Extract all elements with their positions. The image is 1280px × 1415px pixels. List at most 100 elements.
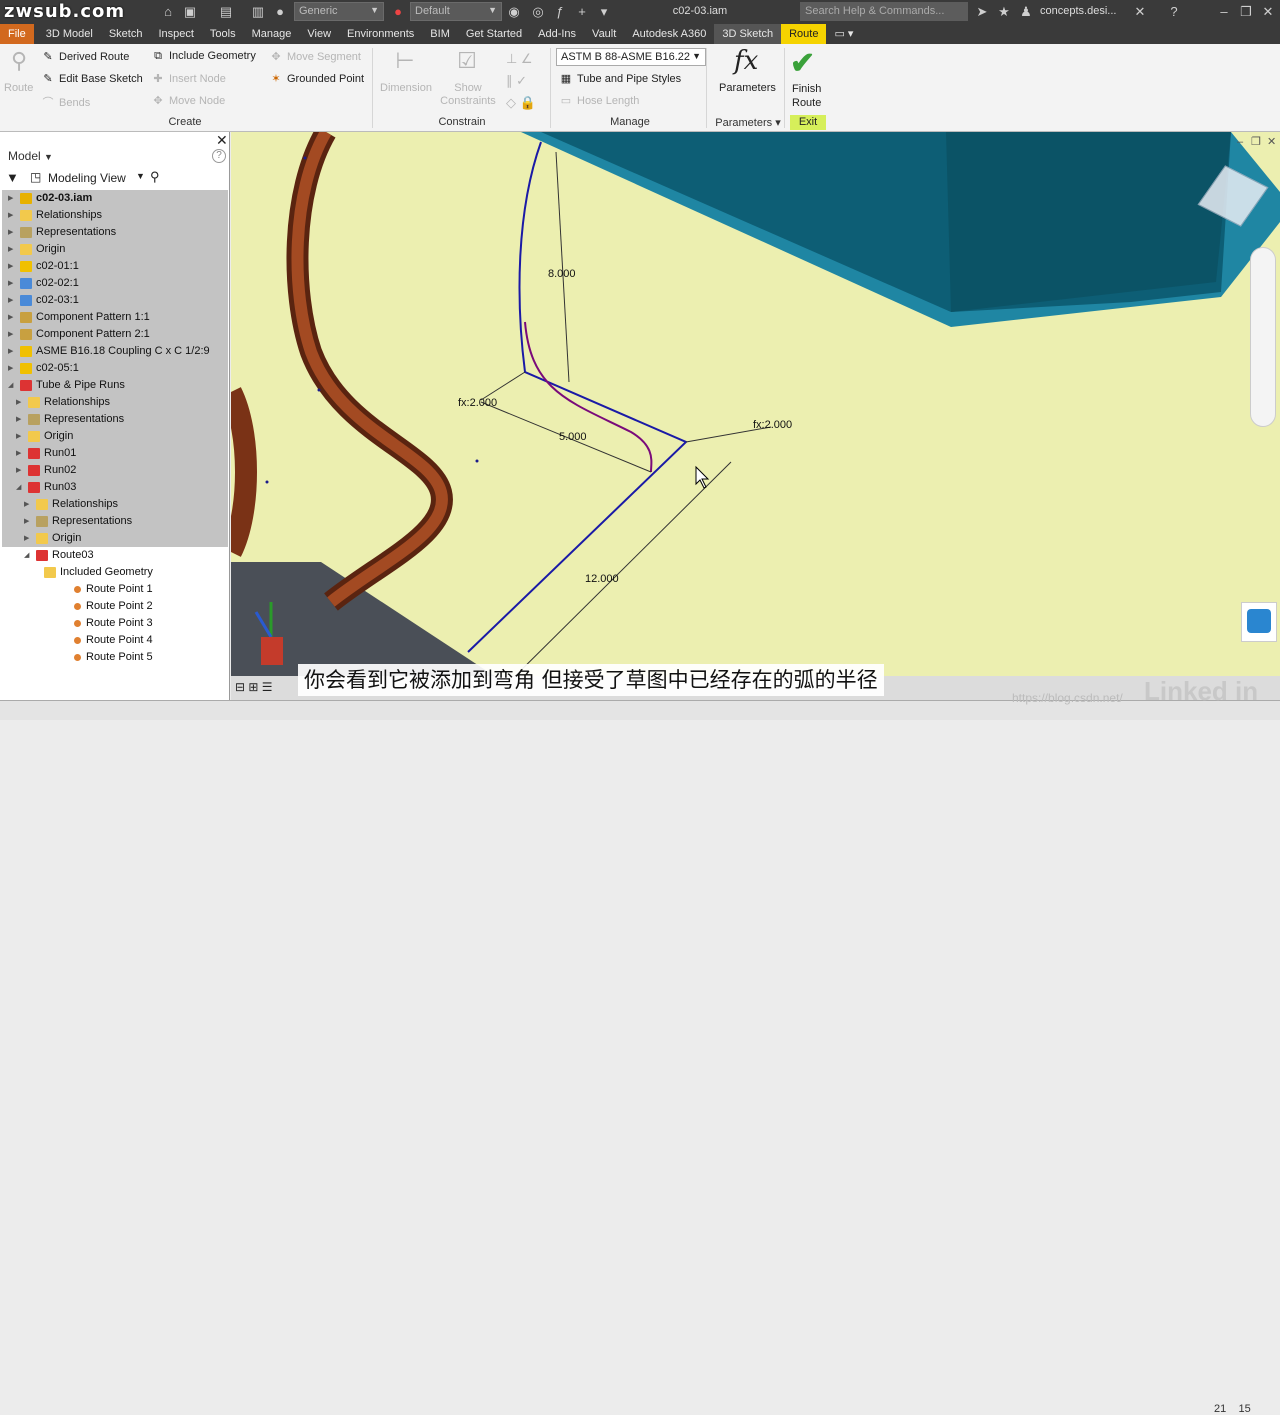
move-segment-button[interactable]: ✥ Move Segment [268,50,361,63]
open-icon[interactable]: ▤ [218,4,234,20]
tab-view[interactable]: View [299,24,339,44]
expand-icon[interactable]: ▶ [8,309,13,326]
globe-icon[interactable]: ● [272,4,288,20]
close-icon[interactable]: ✕ [1260,4,1276,20]
tab-get-started[interactable]: Get Started [458,24,530,44]
expand-icon[interactable]: ▶ [8,258,13,275]
tab-route[interactable]: Route [781,24,827,44]
help-icon[interactable]: ? [212,149,226,163]
new-icon[interactable]: ▣ [182,4,198,20]
tab-add-ins[interactable]: Add-Ins [530,24,584,44]
route-button[interactable]: Route [4,82,33,94]
expand-icon[interactable]: ▶ [16,445,21,462]
viewport-minimize-icon[interactable]: – [1237,136,1243,148]
color-clear-icon[interactable]: ◎ [530,4,546,20]
expand-icon[interactable]: ▶ [8,275,13,292]
browser-header[interactable]: Model ▼ [8,149,53,163]
hose-length-button[interactable]: ▭ Hose Length [558,94,640,107]
tree-node[interactable]: ▶ Origin [2,530,228,547]
expand-icon[interactable]: ▶ [16,411,21,428]
finish-route-button[interactable]: Finish Route [792,82,821,110]
insert-node-button[interactable]: ✚ Insert Node [150,72,225,85]
expand-icon[interactable]: ▶ [8,326,13,343]
tree-node[interactable]: ▶ c02-05:1 [2,360,228,377]
route-point-node[interactable]: Route Point 5 [2,649,228,666]
expand-icon[interactable]: ▶ [8,190,13,207]
binoculars-icon[interactable]: ➤ [974,4,990,20]
tree-node[interactable]: ▶ Run01 [2,445,228,462]
tree-node[interactable]: ▶ Representations [2,513,228,530]
grounded-point-button[interactable]: ✶ Grounded Point [268,72,364,85]
tree-node[interactable]: ▶ Relationships [2,394,228,411]
minimize-icon[interactable]: – [1216,4,1232,20]
tab-manage[interactable]: Manage [244,24,300,44]
tree-node[interactable]: ▶ Origin [2,428,228,445]
tab-sketch[interactable]: Sketch [101,24,151,44]
more-icon[interactable]: ▾ [596,4,612,20]
tube-pipe-styles-button[interactable]: ▦ Tube and Pipe Styles [558,72,681,85]
dimension-label[interactable]: fx:2.000 [458,397,497,409]
expand-icon[interactable]: ▶ [16,428,21,445]
view-selector[interactable]: Modeling View [48,171,126,185]
tab-3d-sketch[interactable]: 3D Sketch [714,24,782,44]
user-name[interactable]: concepts.desi... [1040,5,1116,17]
route-point-node[interactable]: Route Point 4 [2,632,228,649]
plus-icon[interactable]: + [574,4,590,20]
derived-route-button[interactable]: ✎ Derived Route [40,50,129,63]
user-icon[interactable]: ♟ [1018,4,1034,20]
route-line[interactable] [467,141,688,653]
tab-bim[interactable]: BIM [422,24,458,44]
expand-icon[interactable]: ▶ [24,530,29,547]
tab-vault[interactable]: Vault [584,24,624,44]
layout-icon[interactable]: ⊟ ⊞ ☰ [235,680,273,694]
move-node-button[interactable]: ✥ Move Node [150,94,225,107]
navigation-bar[interactable] [1250,247,1276,427]
route-icon[interactable]: ⚲ [6,48,32,78]
material-combo[interactable]: Generic ▼ [294,2,384,21]
expand-icon[interactable]: ▶ [16,462,21,479]
tree-node[interactable]: ▶ c02-03.iam [2,190,228,207]
tree-node[interactable]: ▶ Origin [2,241,228,258]
constraint-tools-icon[interactable]: ⊥ ∠ ∥ ✓ ◇ 🔒 [506,48,536,114]
graphics-window[interactable]: 8.000 fx:2.000 5.000 fx:2.000 12.000 – ❐… [231,132,1280,700]
tab-3d-model[interactable]: 3D Model [38,24,101,44]
tab-tools[interactable]: Tools [202,24,244,44]
share-icon[interactable] [1241,602,1277,642]
viewport-restore-icon[interactable]: ❐ [1251,135,1261,148]
expand-icon[interactable]: ▶ [24,496,29,513]
find-icon[interactable]: ⚲ [150,169,160,185]
tree-node[interactable]: Included Geometry [2,564,228,581]
filter-icon[interactable]: ▼ [6,170,19,185]
exchange-icon[interactable]: ✕ [1132,4,1148,20]
style-combo[interactable]: ASTM B 88-ASME B16.22 ▼ [556,48,706,66]
help-icon[interactable]: ? [1166,4,1182,20]
tree-node[interactable]: ▶ ASME B16.18 Coupling C x C 1/2:9 [2,343,228,360]
tree-node[interactable]: ▶ Component Pattern 1:1 [2,309,228,326]
chevron-down-icon[interactable]: ▼ [136,171,145,181]
tree-node[interactable]: ▶ Relationships [2,207,228,224]
show-constraints-button[interactable]: Show Constraints [440,82,496,108]
expand-icon[interactable]: ▶ [8,224,13,241]
appearance-combo[interactable]: Default ▼ [410,2,502,21]
parameters-panel-title[interactable]: Parameters ▾ [712,116,784,129]
expand-icon[interactable]: ▶ [8,343,13,360]
tab-inspect[interactable]: Inspect [150,24,201,44]
close-icon[interactable]: ✕ [216,132,228,149]
tab-autodesk-a360[interactable]: Autodesk A360 [624,24,714,44]
model-view[interactable]: 8.000 fx:2.000 5.000 fx:2.000 12.000 [231,132,1280,700]
expanded-icon[interactable]: ◢ [16,479,21,496]
tree-node[interactable]: ▶ c02-01:1 [2,258,228,275]
adjust-icon[interactable]: ◉ [506,4,522,20]
search-input[interactable]: Search Help & Commands... [800,2,968,21]
expand-icon[interactable]: ▶ [8,241,13,258]
tree-node[interactable]: ◢ Route03 [2,547,228,564]
edit-base-sketch-button[interactable]: ✎ Edit Base Sketch [40,72,142,85]
dimension-icon[interactable]: ⊢ [390,48,420,74]
dimension-label[interactable]: 8.000 [548,268,576,280]
tree-node[interactable]: ▶ Component Pattern 2:1 [2,326,228,343]
checkmark-icon[interactable]: ✔ [790,46,815,81]
expand-icon[interactable]: ▶ [8,207,13,224]
route-point-node[interactable]: Route Point 1 [2,581,228,598]
star-icon[interactable]: ★ [996,4,1012,20]
fx-icon[interactable]: ƒ [552,4,568,20]
